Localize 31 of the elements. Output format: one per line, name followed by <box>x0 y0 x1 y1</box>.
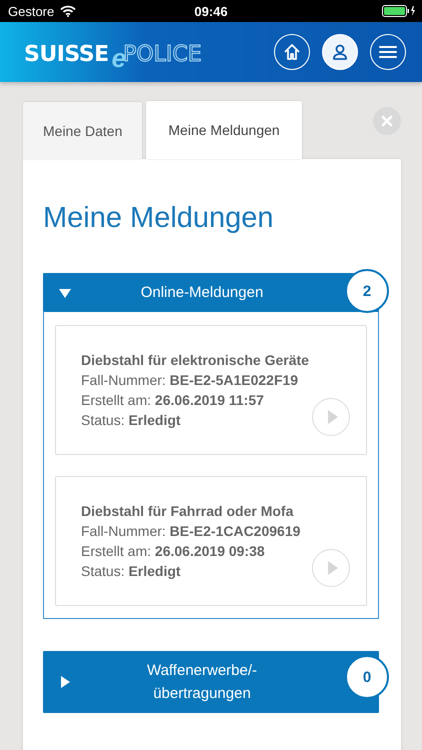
report-card[interactable]: Diebstahl für Fahrrad oder Mofa Fall-Nummer: BE-E2-1CAC209619 Erstellt am: 26.06.2019 09:38 Status: Erledigt <box>55 476 367 606</box>
report-detail: Status: Erledigt <box>81 562 181 581</box>
user-icon <box>331 43 349 61</box>
logo-outline-text: POLICE <box>123 42 202 66</box>
report-detail: Fall-Nummer: BE-E2-1CAC209619 <box>81 522 300 541</box>
report-card[interactable]: Diebstahl für elektronische Geräte Fall-Nummer: BE-E2-5A1E022F19 Erstellt am: 26.06.2019 11:57 Status: Erledigt <box>55 325 367 455</box>
page-title: Meine Meldungen <box>43 201 275 236</box>
report-title: Diebstahl für elektronische Geräte <box>81 351 309 370</box>
report-detail: Fall-Nummer: BE-E2-5A1E022F19 <box>81 371 298 390</box>
profile-button[interactable] <box>322 34 358 70</box>
report-detail: Status: Erledigt <box>81 411 181 430</box>
triangle-down-icon <box>59 286 71 298</box>
carrier-label: Gestore <box>8 4 54 18</box>
home-icon <box>283 43 301 61</box>
clock-time: 09:46 <box>194 4 228 18</box>
report-detail: Erstellt am: 26.06.2019 09:38 <box>81 542 265 561</box>
tab[interactable]: Meine Meldungen <box>146 101 302 159</box>
close-icon <box>381 115 393 127</box>
count-badge: 2 <box>345 269 389 313</box>
report-detail: Erstellt am: 26.06.2019 11:57 <box>81 391 264 410</box>
battery-icon <box>382 5 416 17</box>
tab[interactable]: Meine Daten <box>23 102 142 159</box>
wifi-icon <box>60 5 76 17</box>
report-title: Diebstahl für Fahrrad oder Mofa <box>81 502 294 521</box>
menu-button[interactable] <box>370 34 406 70</box>
home-button[interactable] <box>274 34 310 70</box>
play-icon <box>328 561 338 575</box>
menu-icon <box>379 45 397 59</box>
logo-text: SUISSE <box>24 42 109 66</box>
triangle-right-icon <box>59 676 71 688</box>
play-icon <box>328 410 338 424</box>
